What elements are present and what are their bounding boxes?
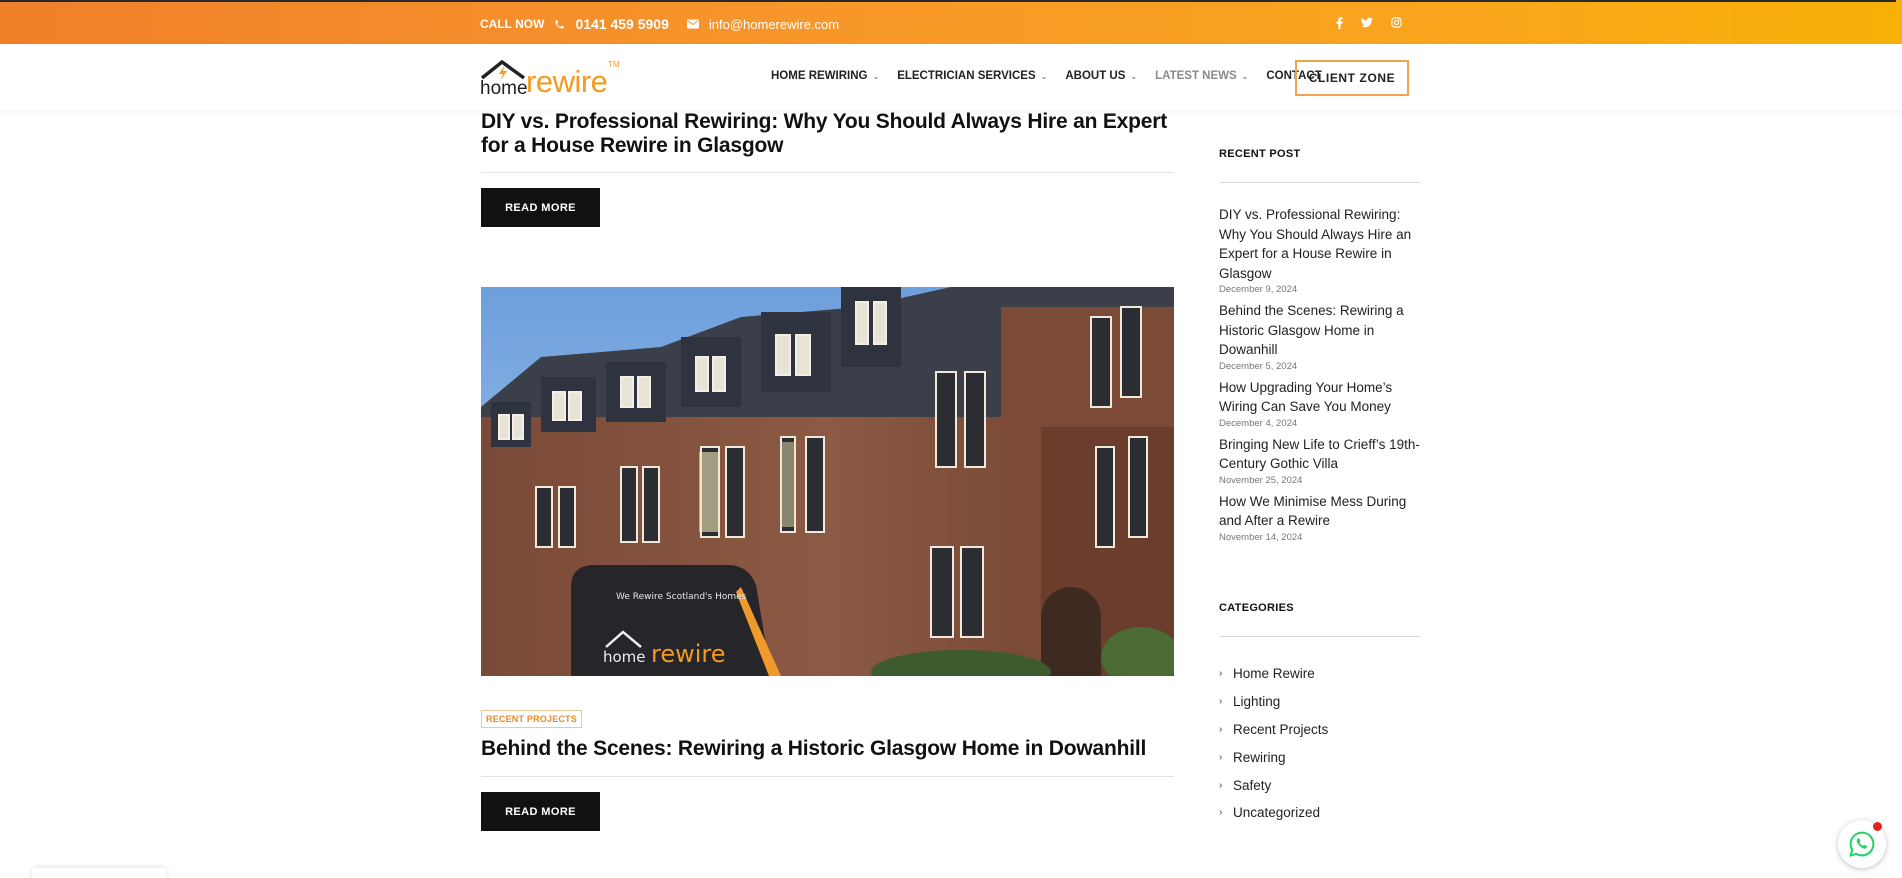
featured-image[interactable]: We Rewire Scotland's Homes home rewire [481, 287, 1174, 676]
divider [481, 776, 1174, 777]
van-slogan: We Rewire Scotland's Homes [616, 592, 747, 602]
floating-widget-tab[interactable] [32, 868, 166, 878]
social-links [1336, 17, 1402, 32]
divider [481, 172, 1174, 173]
post-title[interactable]: Behind the Scenes: Rewiring a Historic G… [481, 737, 1181, 761]
category-badge[interactable]: RECENT PROJECTS [481, 710, 583, 728]
category-label: Rewiring [1233, 749, 1286, 765]
nav-item-home-rewiring[interactable]: HOME REWIRING ⌄ [771, 70, 879, 82]
category-label: Lighting [1233, 694, 1281, 710]
call-now-label: CALL NOW [480, 17, 545, 31]
email-link[interactable]: info@homerewire.com [709, 17, 839, 32]
whatsapp-icon [1849, 831, 1875, 857]
phone-icon [554, 19, 565, 30]
logo-tm-mark: TM [608, 60, 620, 69]
category-label: Home Rewire [1233, 666, 1315, 682]
logo-rewire-text: rewire [526, 64, 608, 99]
instagram-icon[interactable] [1391, 17, 1402, 32]
facebook-icon[interactable] [1336, 17, 1343, 32]
post-title[interactable]: DIY vs. Professional Rewiring: Why You S… [481, 110, 1181, 158]
chevron-right-icon: › [1219, 807, 1223, 819]
svg-text:home: home [603, 648, 646, 666]
recent-posts-list: DIY vs. Professional Rewiring: Why You S… [1219, 205, 1425, 549]
site-logo[interactable]: home rewire TM [480, 60, 620, 100]
contact-info: CALL NOW 0141 459 5909 info@homerewire.c… [480, 16, 839, 32]
nav-label: LATEST NEWS [1155, 70, 1237, 82]
category-label: Uncategorized [1233, 805, 1321, 821]
chevron-right-icon: › [1219, 696, 1223, 708]
list-item: Behind the Scenes: Rewiring a Historic G… [1219, 301, 1425, 372]
post-date: November 25, 2024 [1219, 474, 1303, 486]
recent-post-link[interactable]: DIY vs. Professional Rewiring: Why You S… [1219, 205, 1425, 283]
post-date: December 9, 2024 [1219, 284, 1298, 295]
category-item[interactable]: › Home Rewire [1219, 660, 1328, 688]
post-date: December 5, 2024 [1219, 360, 1298, 372]
category-item[interactable]: › Rewiring [1219, 743, 1328, 771]
chevron-down-icon: ⌄ [872, 71, 880, 81]
recent-post-link[interactable]: Behind the Scenes: Rewiring a Historic G… [1219, 301, 1425, 360]
email-icon [686, 19, 699, 29]
post-date: November 14, 2024 [1219, 531, 1303, 543]
category-item[interactable]: › Uncategorized [1219, 799, 1328, 827]
chevron-right-icon: › [1219, 723, 1223, 735]
chevron-down-icon: ⌄ [1040, 71, 1048, 81]
main-navigation: HOME REWIRING ⌄ ELECTRICIAN SERVICES ⌄ ABO… [771, 70, 1322, 82]
nav-item-about-us[interactable]: ABOUT US ⌄ [1065, 70, 1137, 82]
divider [1219, 636, 1420, 637]
list-item: How Upgrading Your Home’s Wiring Can Sav… [1219, 378, 1425, 429]
notification-dot [1873, 822, 1882, 831]
category-label: Safety [1233, 777, 1272, 793]
twitter-icon[interactable] [1361, 17, 1373, 32]
phone-link[interactable]: 0141 459 5909 [575, 16, 668, 32]
recent-post-link[interactable]: Bringing New Life to Crieff’s 19th-Centu… [1219, 435, 1425, 474]
post-date: December 4, 2024 [1219, 417, 1298, 429]
category-item[interactable]: › Safety [1219, 771, 1328, 799]
read-more-button[interactable]: READ MORE [481, 188, 600, 227]
list-item: DIY vs. Professional Rewiring: Why You S… [1219, 205, 1425, 295]
client-zone-button[interactable]: CLIENT ZONE [1295, 60, 1409, 96]
recent-post-link[interactable]: How Upgrading Your Home’s Wiring Can Sav… [1219, 378, 1425, 417]
nav-item-electrician-services[interactable]: ELECTRICIAN SERVICES ⌄ [897, 70, 1047, 82]
categories-list: › Home Rewire › Lighting › Recent Projects … [1219, 660, 1328, 827]
top-bar: CALL NOW 0141 459 5909 info@homerewire.c… [0, 0, 1902, 44]
list-item: How We Minimise Mess During and After a … [1219, 492, 1425, 543]
nav-item-latest-news[interactable]: LATEST NEWS ⌄ [1155, 70, 1248, 82]
site-header: home rewire TM HOME REWIRING ⌄ ELECTRICIA… [0, 44, 1902, 110]
recent-post-heading: RECENT POST [1219, 148, 1301, 160]
category-label: Recent Projects [1233, 721, 1329, 737]
category-item[interactable]: › Recent Projects [1219, 716, 1328, 744]
svg-text:rewire: rewire [651, 640, 726, 668]
chevron-right-icon: › [1219, 751, 1223, 763]
nav-label: ELECTRICIAN SERVICES [897, 70, 1036, 82]
chevron-right-icon: › [1219, 779, 1223, 791]
chevron-right-icon: › [1219, 668, 1223, 680]
building-photo: We Rewire Scotland's Homes home rewire [481, 287, 1174, 676]
list-item: Bringing New Life to Crieff’s 19th-Centu… [1219, 435, 1425, 486]
logo-home-text: home [480, 78, 528, 99]
chevron-down-icon: ⌄ [1130, 71, 1138, 81]
read-more-button[interactable]: READ MORE [481, 792, 600, 831]
divider [1219, 182, 1420, 183]
nav-label: HOME REWIRING [771, 70, 868, 82]
recent-post-link[interactable]: How We Minimise Mess During and After a … [1219, 492, 1425, 531]
chevron-down-icon: ⌄ [1241, 71, 1249, 81]
nav-label: ABOUT US [1065, 70, 1126, 82]
category-item[interactable]: › Lighting [1219, 688, 1328, 716]
categories-heading: CATEGORIES [1219, 602, 1294, 614]
whatsapp-chat-button[interactable] [1838, 820, 1886, 868]
